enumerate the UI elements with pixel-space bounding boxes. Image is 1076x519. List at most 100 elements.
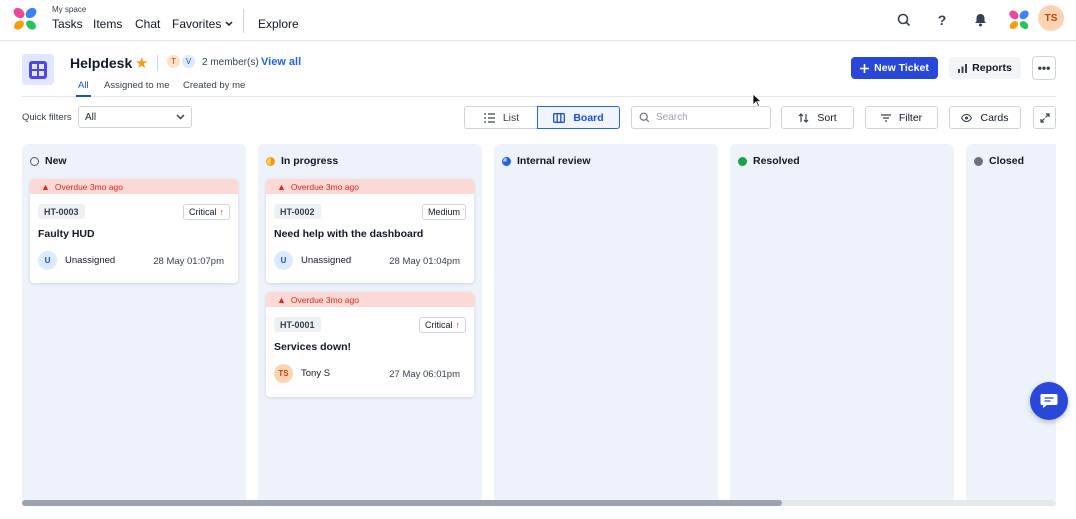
- nav-chat[interactable]: Chat: [135, 17, 160, 31]
- nav-divider: [243, 9, 244, 33]
- assignee-avatar: U: [38, 251, 57, 270]
- arrow-up-icon: ↑: [455, 320, 461, 330]
- ticket-assignee[interactable]: U Unassigned: [274, 251, 351, 270]
- reports-button[interactable]: Reports: [949, 57, 1021, 79]
- search-icon: [639, 112, 650, 123]
- nav-favorites-label: Favorites: [172, 17, 222, 31]
- priority-label: Critical: [188, 207, 217, 217]
- filter-icon: [880, 113, 891, 122]
- priority-badge[interactable]: Critical ↑: [182, 204, 230, 220]
- nav-explore[interactable]: Explore: [258, 17, 299, 31]
- assignee-avatar: TS: [274, 364, 293, 383]
- filter-button[interactable]: Filter: [865, 106, 938, 129]
- scrollbar-thumb[interactable]: [22, 500, 782, 506]
- chat-support-button[interactable]: [1030, 382, 1068, 420]
- cards-label: Cards: [980, 111, 1009, 124]
- search-icon: [897, 13, 911, 27]
- ticket-assignee[interactable]: TS Tony S: [274, 364, 330, 383]
- tab-assigned-to-me[interactable]: Assigned to me: [104, 80, 169, 95]
- view-board-label: Board: [573, 111, 604, 124]
- overdue-text: Overdue 3mo ago: [290, 294, 359, 305]
- ticket-id: HT-0002: [274, 204, 321, 219]
- column-header: In progress: [266, 155, 338, 167]
- view-board-button[interactable]: Board: [537, 106, 620, 129]
- members-count: 2 member(s): [202, 57, 259, 68]
- help-icon: ?: [937, 12, 947, 28]
- column-title: New: [45, 155, 67, 167]
- plus-icon: [860, 63, 870, 73]
- overdue-banner: ▲ Overdue 3mo ago: [266, 292, 474, 307]
- page-title: Helpdesk: [70, 55, 133, 71]
- more-horizontal-icon: •••: [1037, 61, 1051, 75]
- priority-label: Medium: [427, 207, 460, 217]
- status-closed-icon: [974, 156, 983, 166]
- column-header: New: [30, 155, 67, 167]
- column-closed: Closed: [966, 144, 1056, 500]
- filter-label: Filter: [898, 111, 923, 124]
- new-ticket-button[interactable]: New Ticket: [851, 57, 938, 79]
- global-search-button[interactable]: [893, 9, 915, 31]
- status-in-progress-icon: [266, 156, 275, 166]
- apps-button[interactable]: [1008, 9, 1030, 31]
- notifications-button[interactable]: [969, 9, 991, 31]
- status-new-icon: [30, 156, 39, 166]
- view-all-link[interactable]: View all: [261, 56, 301, 68]
- tab-bar: All Assigned to me Created by me: [22, 79, 1056, 97]
- ticket-card[interactable]: ▲ Overdue 3mo ago HT-0002 Medium Need he…: [266, 179, 474, 283]
- board-horizontal-scrollbar[interactable]: [22, 500, 1056, 506]
- warning-icon: ▲: [41, 181, 50, 192]
- app-logo-icon[interactable]: [12, 6, 38, 32]
- column-title: Closed: [989, 155, 1025, 167]
- ticket-card[interactable]: ▲ Overdue 3mo ago HT-0003 Critical ↑ Fau…: [30, 179, 238, 283]
- ticket-date: 28 May 01:04pm: [389, 256, 460, 267]
- status-resolved-icon: [738, 156, 747, 166]
- ticket-title: Faulty HUD: [38, 228, 95, 240]
- nav-tasks[interactable]: Tasks: [52, 17, 83, 31]
- cards-button[interactable]: Cards: [949, 106, 1021, 129]
- board-search[interactable]: [631, 106, 771, 129]
- quick-filters-value: All: [85, 111, 97, 123]
- column-title: Internal review: [517, 155, 591, 167]
- column-title: Resolved: [753, 155, 800, 167]
- chevron-down-icon: [225, 21, 233, 27]
- priority-label: Critical: [424, 320, 453, 330]
- column-header: Closed: [974, 155, 1024, 167]
- expand-icon: [1039, 112, 1050, 123]
- column-header: Resolved: [738, 155, 800, 167]
- ticket-assignee[interactable]: U Unassigned: [38, 251, 115, 270]
- quick-filters-select[interactable]: All: [78, 106, 192, 128]
- mouse-cursor-icon: [752, 93, 762, 107]
- quick-filters-label: Quick filters: [22, 112, 72, 123]
- star-icon[interactable]: ★: [135, 54, 148, 72]
- member-avatar[interactable]: T: [166, 54, 181, 69]
- warning-icon: ▲: [277, 294, 286, 305]
- overdue-banner: ▲ Overdue 3mo ago: [266, 179, 474, 194]
- list-icon: [483, 112, 495, 123]
- column-internal-review: Internal review: [494, 144, 718, 500]
- view-list-button[interactable]: List: [464, 106, 538, 129]
- tab-created-by-me[interactable]: Created by me: [183, 80, 245, 95]
- reports-label: Reports: [972, 62, 1012, 74]
- expand-button[interactable]: [1033, 106, 1056, 129]
- chat-bubble-icon: [1040, 394, 1058, 408]
- nav-items[interactable]: Items: [93, 17, 122, 31]
- sort-button[interactable]: Sort: [781, 106, 854, 129]
- priority-badge[interactable]: Critical ↑: [418, 317, 466, 333]
- overdue-text: Overdue 3mo ago: [290, 181, 359, 192]
- member-avatar[interactable]: V: [181, 54, 196, 69]
- search-input[interactable]: [656, 112, 756, 123]
- grid-icon: [29, 60, 47, 79]
- user-avatar[interactable]: TS: [1038, 5, 1064, 31]
- column-in-progress: In progress ▲ Overdue 3mo ago HT-0002 Me…: [258, 144, 482, 500]
- help-button[interactable]: ?: [931, 9, 953, 31]
- bell-icon: [974, 14, 986, 27]
- tab-all[interactable]: All: [76, 80, 91, 97]
- app-switcher-logo-icon: [1009, 10, 1029, 30]
- nav-favorites[interactable]: Favorites: [172, 17, 233, 31]
- column-resolved: Resolved: [730, 144, 954, 500]
- priority-badge[interactable]: Medium: [421, 204, 466, 220]
- eye-icon: [961, 113, 973, 122]
- ticket-card[interactable]: ▲ Overdue 3mo ago HT-0001 Critical ↑ Ser…: [266, 292, 474, 397]
- overdue-banner: ▲ Overdue 3mo ago: [30, 179, 238, 194]
- more-options-button[interactable]: •••: [1032, 56, 1056, 80]
